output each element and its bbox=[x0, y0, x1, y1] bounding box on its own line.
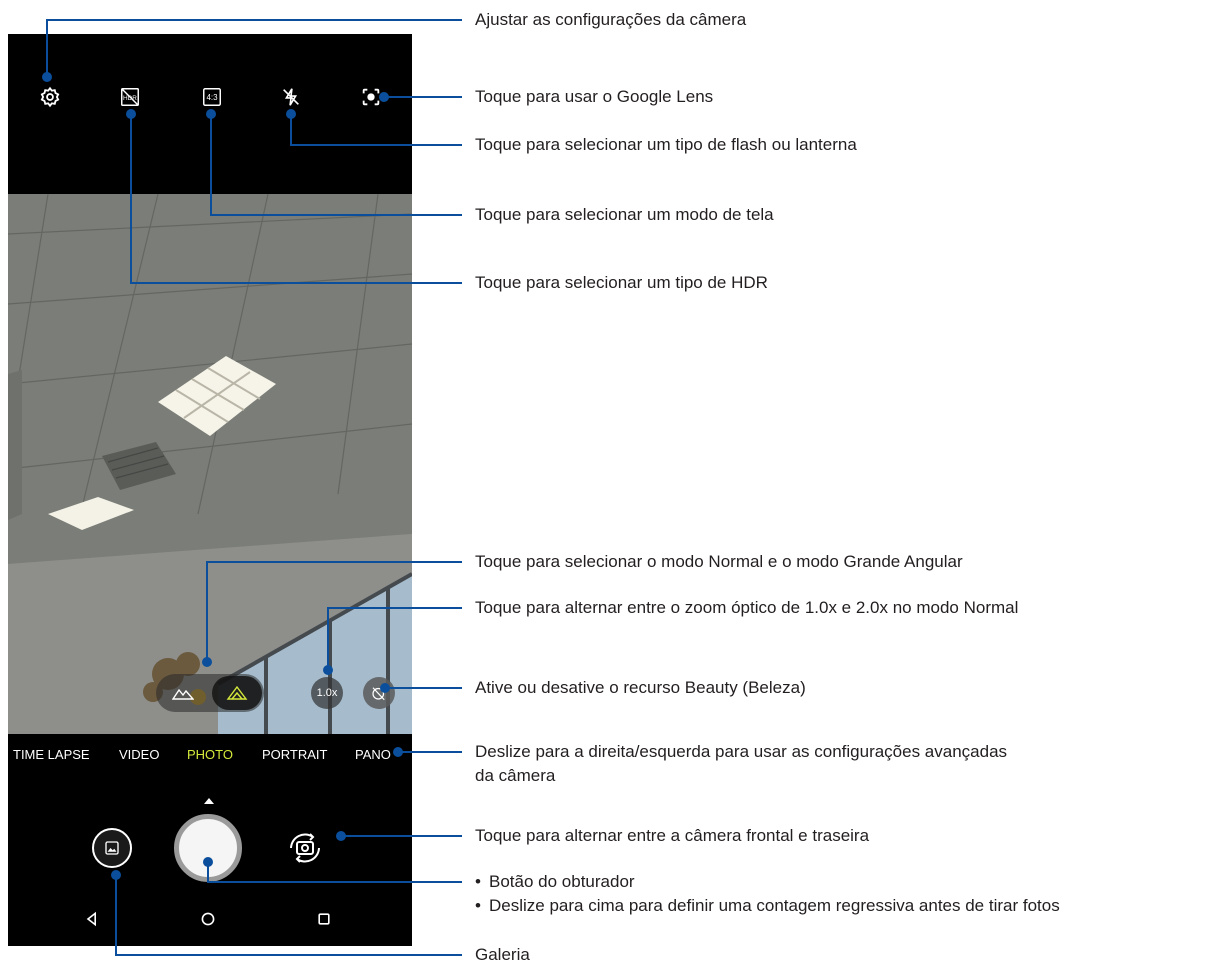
gallery-icon bbox=[105, 841, 119, 855]
switch-camera-button[interactable] bbox=[285, 828, 325, 868]
svg-text:HDR: HDR bbox=[123, 95, 137, 102]
beauty-off-icon bbox=[372, 684, 387, 701]
callout-beauty: Ative ou desative o recurso Beauty (Bele… bbox=[475, 678, 806, 697]
callout-zoom: Toque para alternar entre o zoom óptico … bbox=[475, 598, 1019, 617]
callout-flash: Toque para selecionar um tipo de flash o… bbox=[475, 135, 857, 154]
callout-screen-mode: Toque para selecionar um modo de tela bbox=[475, 205, 774, 224]
mode-photo[interactable]: PHOTO bbox=[187, 747, 233, 762]
settings-icon[interactable] bbox=[37, 84, 63, 110]
aspect-ratio-label: 4:3 bbox=[206, 92, 218, 102]
switch-camera-icon bbox=[290, 833, 320, 863]
back-icon[interactable] bbox=[82, 909, 102, 929]
normal-lens-button[interactable] bbox=[158, 676, 208, 710]
callout-shutter: • Botão do obturador bbox=[475, 872, 635, 891]
mode-video[interactable]: VIDEO bbox=[119, 747, 159, 762]
phone-screen: HDR 4:3 1.0x TIME LAPSE VIDEO PHOTO PORT… bbox=[8, 34, 412, 946]
callout-google-lens: Toque para usar o Google Lens bbox=[475, 87, 714, 106]
timer-caret-icon bbox=[204, 798, 214, 804]
callout-shutter-text: Botão do obturador bbox=[489, 872, 635, 891]
hdr-off-icon[interactable]: HDR bbox=[117, 84, 143, 110]
callout-swipe-modes: Deslize para a direita/esquerda para usa… bbox=[475, 742, 1008, 761]
mode-pano[interactable]: PANO bbox=[355, 747, 391, 762]
callout-swipe-modes-line2: da câmera bbox=[475, 766, 556, 785]
callout-gallery: Galeria bbox=[475, 945, 530, 964]
callout-lens-mode: Toque para selecionar o modo Normal e o … bbox=[475, 552, 963, 571]
shutter-button[interactable] bbox=[174, 814, 242, 882]
callout-switch-camera: Toque para alternar entre a câmera front… bbox=[475, 826, 870, 845]
callout-hdr: Toque para selecionar um tipo de HDR bbox=[475, 273, 768, 292]
zoom-button[interactable]: 1.0x bbox=[311, 677, 343, 709]
wide-angle-lens-button[interactable] bbox=[212, 676, 262, 710]
recents-icon[interactable] bbox=[314, 909, 334, 929]
camera-top-bar: HDR 4:3 bbox=[8, 34, 412, 194]
aspect-ratio-icon[interactable]: 4:3 bbox=[199, 84, 225, 110]
google-lens-icon[interactable] bbox=[358, 84, 384, 110]
lens-mode-selector bbox=[156, 674, 264, 712]
flash-off-icon[interactable] bbox=[278, 84, 304, 110]
mode-portrait[interactable]: PORTRAIT bbox=[262, 747, 328, 762]
callout-settings: Ajustar as configurações da câmera bbox=[475, 10, 747, 29]
home-icon[interactable] bbox=[198, 909, 218, 929]
callout-shutter-timer: • Deslize para cima para definir uma cont… bbox=[475, 896, 1060, 915]
gallery-button[interactable] bbox=[92, 828, 132, 868]
mode-time-lapse[interactable]: TIME LAPSE bbox=[13, 747, 90, 762]
beauty-toggle-button[interactable] bbox=[363, 677, 395, 709]
camera-bottom-panel: TIME LAPSE VIDEO PHOTO PORTRAIT PANO bbox=[8, 734, 412, 946]
callout-shutter-timer-text: Deslize para cima para definir uma conta… bbox=[489, 896, 1060, 915]
